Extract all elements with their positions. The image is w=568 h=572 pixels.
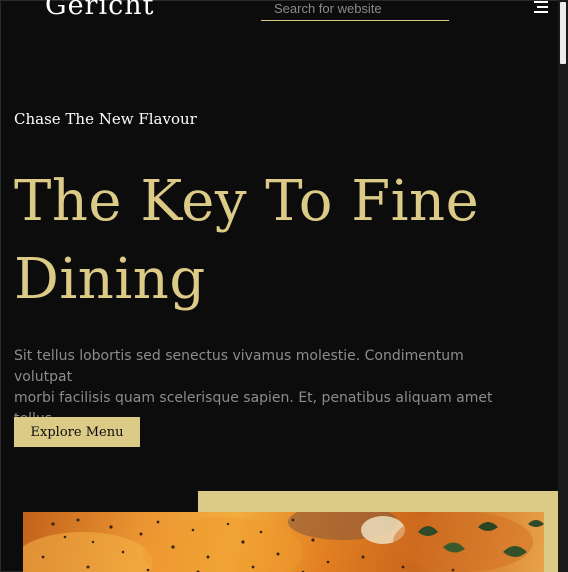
scrollbar-thumb[interactable] xyxy=(560,2,566,64)
hero-headline-line-1: The Key To Fine xyxy=(14,169,480,234)
navbar: Gericht xyxy=(0,0,558,30)
hero-headline-line-2: Dining xyxy=(14,247,206,312)
hero-subtitle: Chase The New Flavour xyxy=(14,110,197,128)
vertical-scrollbar[interactable] xyxy=(558,0,568,572)
hamburger-menu-icon[interactable] xyxy=(532,0,548,14)
search-field[interactable] xyxy=(261,0,449,21)
hero-description-line-1: Sit tellus lobortis sed senectus vivamus… xyxy=(14,348,464,385)
hero-headline: The Key To Fine Dining xyxy=(14,163,484,319)
search-input[interactable] xyxy=(261,0,449,18)
hero-food-image xyxy=(23,512,544,572)
logo[interactable]: Gericht xyxy=(45,0,154,21)
food-image-illustration xyxy=(23,512,544,572)
explore-menu-button[interactable]: Explore Menu xyxy=(14,417,140,447)
